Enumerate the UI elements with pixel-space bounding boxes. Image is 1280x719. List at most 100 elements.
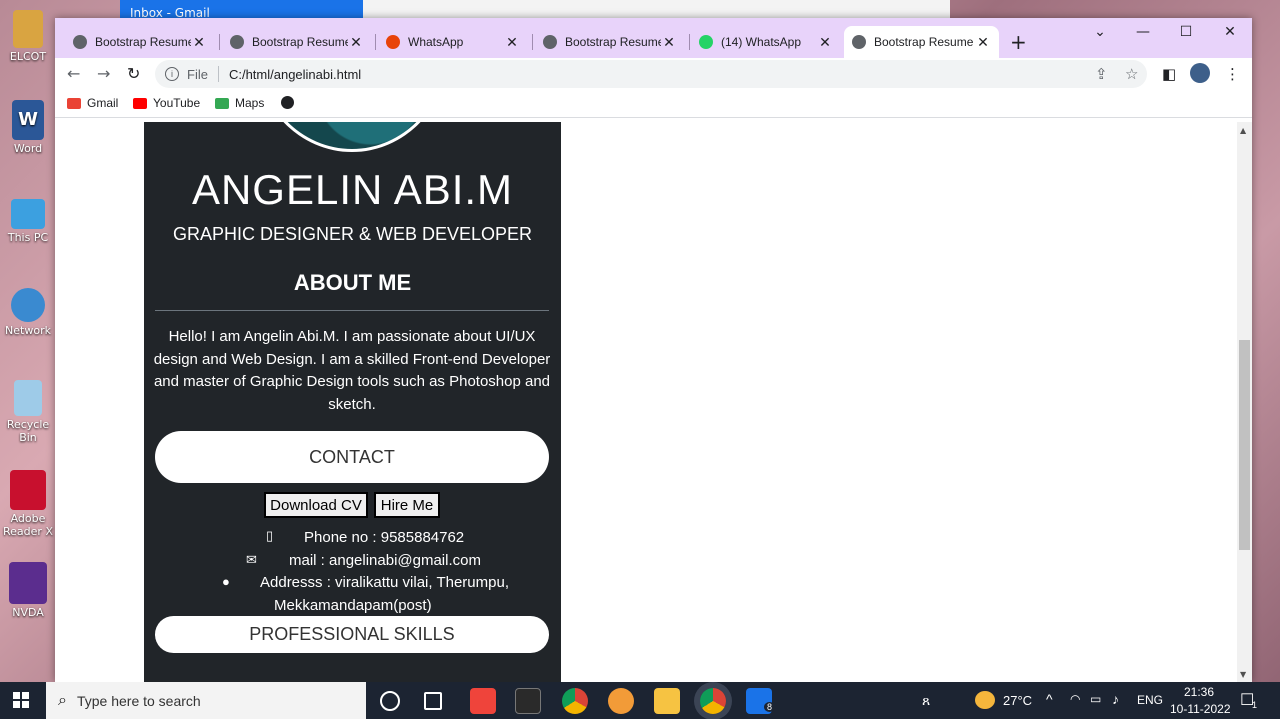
background-window: Inbox - Gmail [120,0,950,20]
file-explorer-icon[interactable] [654,688,680,714]
app-icon[interactable] [515,688,541,714]
desktop-icon-word[interactable]: W Word [0,100,56,155]
scrollbar-thumb[interactable] [1239,340,1250,550]
close-icon[interactable]: ✕ [975,34,991,51]
desktop-icon-nvda[interactable]: NVDA [0,562,56,619]
envelope-icon: ✉ [246,552,257,567]
tab-whatsapp-14[interactable]: (14) WhatsApp ✕ [691,26,841,58]
tab-title: Bootstrap Resume [874,35,974,49]
windows-start-icon[interactable] [13,692,29,708]
bookmarks-bar: Gmail YouTube Maps [55,90,1252,118]
menu-dots-icon[interactable]: ⋮ [1225,65,1240,83]
tab-bootstrap-resume-3[interactable]: Bootstrap Resume ✕ [535,26,685,58]
computer-icon [11,199,45,229]
resume-name: ANGELIN ABI.M [191,166,514,213]
scroll-down-arrow-icon[interactable]: ▼ [1240,670,1246,679]
globe-icon [852,35,866,49]
bookmark-youtube[interactable]: YouTube [133,96,200,110]
notification-badge: 1 [1252,700,1258,710]
tab-title: Bootstrap Resume [565,35,661,49]
chrome-active-icon[interactable] [700,688,726,714]
bookmark-globe[interactable] [281,96,300,109]
people-icon[interactable]: ጸ [922,692,930,709]
about-heading: ABOUT ME [293,270,412,295]
close-icon[interactable]: ✕ [348,34,364,51]
weather-temp[interactable]: 27°C [1003,693,1032,708]
contact-button[interactable]: CONTACT [155,431,549,483]
bookmark-label: Gmail [87,96,119,110]
desktop-icon-label: Recycle Bin [6,418,50,444]
tab-bootstrap-resume-2[interactable]: Bootstrap Resume ✕ [222,26,372,58]
mail-badge: 8 [764,702,776,712]
tab-title: Bootstrap Resume [252,35,348,49]
maximize-icon[interactable]: ☐ [1176,24,1196,40]
side-panel-icon[interactable]: ◧ [1162,65,1176,83]
hire-me-button[interactable]: Hire Me [374,492,440,518]
desktop-icon-recycle-bin[interactable]: Recycle Bin [0,380,56,444]
professional-skills-button[interactable]: PROFESSIONAL SKILLS [155,616,549,653]
chevron-up-icon[interactable]: ^ [1046,691,1053,707]
globe-icon [230,35,244,49]
bookmark-label: YouTube [153,96,201,110]
network-globe-icon [11,288,45,322]
background-tab[interactable]: Inbox - Gmail [120,0,363,20]
anydesk-icon[interactable] [470,688,496,714]
taskbar-search[interactable]: ⌕ Type here to search [46,682,366,719]
desktop-icon-label: Word [13,142,43,155]
bookmark-label: Maps [235,96,265,110]
desktop-icon-label: This PC [7,231,49,244]
chrome-icon[interactable] [562,688,588,714]
clock-time[interactable]: 21:36 [1184,685,1214,699]
new-tab-button[interactable]: + [1010,30,1027,54]
close-icon[interactable]: ✕ [661,34,677,51]
desktop-icon-adobe-reader[interactable]: Adobe Reader X [0,470,56,538]
phone-text: Phone no : 9585884762 [304,529,465,546]
close-window-icon[interactable]: ✕ [1220,24,1240,40]
tab-whatsapp[interactable]: WhatsApp ✕ [378,26,528,58]
profile-avatar[interactable] [1190,63,1210,83]
resume-card: ANGELIN ABI.M GRAPHIC DESIGNER & WEB DEV… [144,122,561,682]
profile-photo [256,122,448,152]
url-text[interactable]: C:/html/angelinabi.html [229,67,361,82]
wifi-icon[interactable]: ◠ [1070,692,1080,706]
forward-arrow-icon[interactable]: → [97,64,110,83]
language-indicator[interactable]: ENG [1137,693,1163,707]
battery-icon[interactable]: ▭ [1090,692,1101,706]
desktop-icon-elcot[interactable]: ELCOT [0,10,56,63]
globe-icon [281,96,294,109]
tab-bootstrap-resume-active[interactable]: Bootstrap Resume ✕ [844,26,999,58]
youtube-icon [133,97,147,109]
app-icon[interactable] [608,688,634,714]
taskbar: ⌕ Type here to search 8 ጸ 27°C ^ ◠ ▭ ♪ E… [0,682,1280,719]
minimize-icon[interactable]: — [1133,24,1153,40]
map-pin-icon: ● [222,574,230,589]
info-icon[interactable]: i [165,67,179,81]
mobile-phone-icon: ▯ [266,528,274,543]
cortana-icon[interactable] [380,691,400,711]
address-line-1: Addresss : viralikattu vilai, Therumpu, [260,574,509,591]
back-arrow-icon[interactable]: ← [67,64,80,83]
volume-icon[interactable]: ♪ [1112,691,1119,707]
tab-bootstrap-resume-1[interactable]: Bootstrap Resume ✕ [65,26,215,58]
scroll-up-arrow-icon[interactable]: ▲ [1240,126,1246,135]
share-icon[interactable]: ⇪ [1095,65,1108,83]
tab-search-icon[interactable]: ⌄ [1090,24,1110,40]
vertical-scrollbar[interactable]: ▲ ▼ [1237,122,1252,682]
close-icon[interactable]: ✕ [817,34,833,51]
search-icon: ⌕ [58,691,67,709]
desktop-icon-this-pc[interactable]: This PC [0,195,56,244]
close-icon[interactable]: ✕ [191,34,207,51]
tab-title: Bootstrap Resume [95,35,191,49]
bookmark-star-icon[interactable]: ☆ [1125,65,1138,83]
bookmark-gmail[interactable]: Gmail [67,96,118,110]
search-placeholder: Type here to search [76,692,201,709]
address-bar[interactable]: i File C:/html/angelinabi.html [155,60,1147,88]
download-cv-button[interactable]: Download CV [264,492,368,518]
clock-date[interactable]: 10-11-2022 [1170,702,1231,716]
weather-icon[interactable] [975,691,995,709]
close-icon[interactable]: ✕ [504,34,520,51]
reload-icon[interactable]: ↻ [127,64,140,83]
task-view-icon[interactable] [424,692,442,710]
desktop-icon-network[interactable]: Network [0,288,56,337]
bookmark-maps[interactable]: Maps [215,96,264,110]
